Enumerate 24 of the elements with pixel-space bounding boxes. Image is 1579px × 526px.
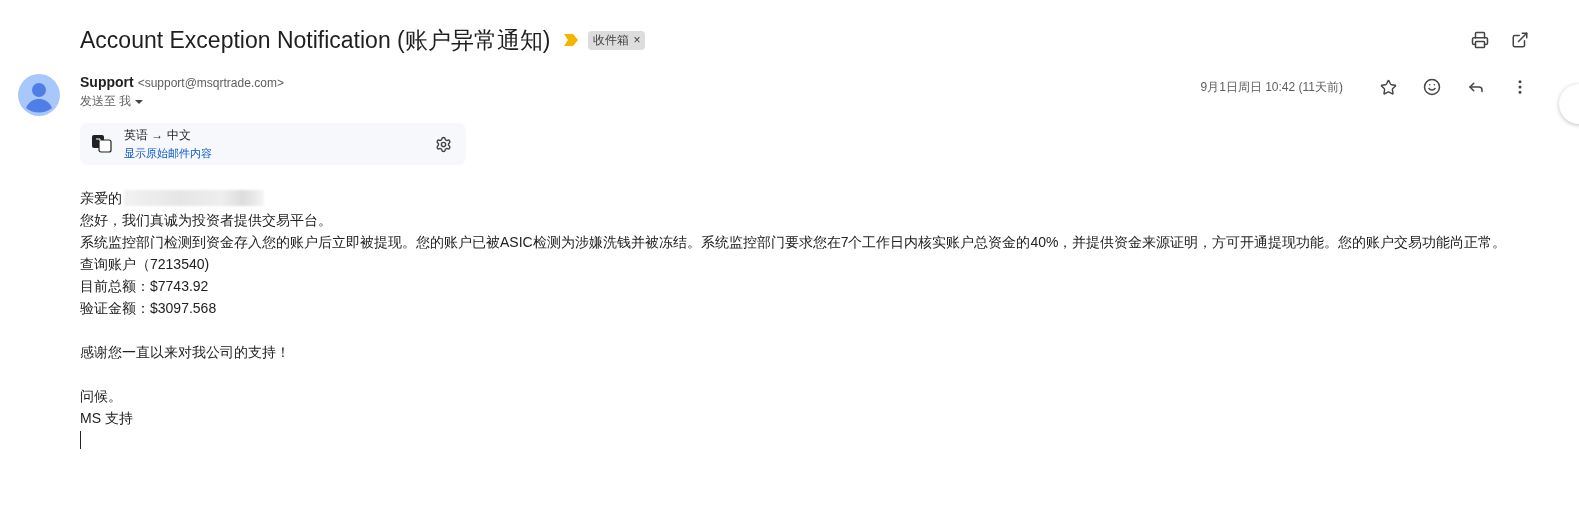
show-original-link[interactable]: 显示原始邮件内容 [124,146,212,161]
body-text: 感谢您一直以来对我公司的支持！ [80,343,291,362]
body-text: 目前总额：$7743.92 [80,277,210,296]
translate-icon [92,135,112,153]
inbox-label[interactable]: 收件箱 × [588,30,646,50]
body-text: 系统监控部门检测到资金存入您的账户后立即被提现。您的账户已被ASIC检测为涉嫌洗钱并被冻结。系统监控部门要求您在7个工作日内核实账户总资金的40%，并提供资金来源证明，方可开通提现功能。您的账户交易功能尚正常。 [80,233,1508,252]
importance-marker-icon[interactable] [564,34,579,46]
body-text: 验证金额：$3097.568 [80,299,218,318]
remove-label-button[interactable]: × [633,33,641,47]
translation-languages: 英语 → 中文 [124,127,192,144]
body-text: 您好，我们真诚为投资者提供交易平台。 [80,211,333,230]
avatar-icon [18,74,60,116]
print-icon[interactable] [1469,29,1491,51]
sender-name: Support [80,74,134,90]
body-text: 问候。 [80,387,123,406]
sender-email: <support@msqrtrade.com> [137,76,284,90]
emoji-icon[interactable] [1421,76,1443,98]
body-text: MS 支持 [80,409,134,428]
recipient-text: 发送至 我 [80,93,132,110]
body-text: 查询账户（7213540) [80,255,211,274]
text-cursor [80,431,81,449]
greeting-text: 亲爱的 [80,189,122,208]
email-date: 9月1日周日 10:42 (11天前) [1200,78,1343,96]
email-subject: Account Exception Notification (账户异常通知) [80,25,551,55]
